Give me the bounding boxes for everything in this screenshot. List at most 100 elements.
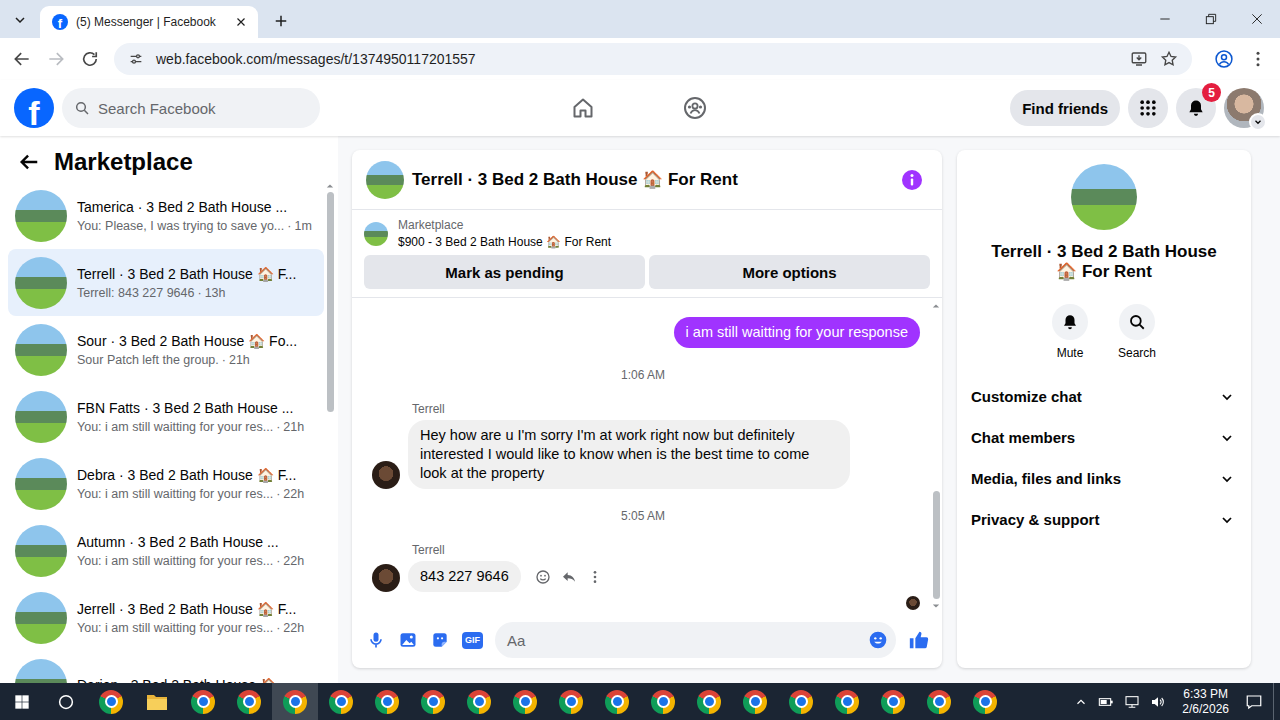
conversation-item[interactable]: Tamerica · 3 Bed 2 Bath House ...You: Pl… xyxy=(8,182,324,249)
profile-button[interactable] xyxy=(1208,43,1240,75)
site-settings-icon[interactable] xyxy=(128,51,144,67)
account-avatar[interactable] xyxy=(1224,88,1264,128)
details-section[interactable]: Chat members xyxy=(965,417,1243,458)
tab-search-button[interactable] xyxy=(6,6,34,34)
close-icon[interactable] xyxy=(234,15,248,29)
message-input[interactable]: Aa xyxy=(495,622,896,658)
conversation-item[interactable]: Terrell · 3 Bed 2 Bath House 🏠 F...Terre… xyxy=(8,249,324,316)
conversation-item[interactable]: FBN Fatts · 3 Bed 2 Bath House ...You: i… xyxy=(8,383,324,450)
chat-title[interactable]: Terrell · 3 Bed 2 Bath House 🏠 For Rent xyxy=(412,169,738,190)
search-button[interactable] xyxy=(44,683,88,720)
more-vertical-icon[interactable] xyxy=(587,569,603,585)
scroll-up-icon[interactable] xyxy=(326,182,334,190)
volume-icon[interactable] xyxy=(1150,694,1166,710)
message-scrollbar[interactable] xyxy=(930,298,942,614)
url-text[interactable]: web.facebook.com/messages/t/137495011720… xyxy=(156,51,476,67)
conversation-item[interactable]: Darien · 3 Bed 2 Bath House 🏠 ... xyxy=(8,651,324,683)
taskbar-app[interactable] xyxy=(732,683,778,720)
taskbar-app[interactable] xyxy=(456,683,502,720)
conversation-item[interactable]: Debra · 3 Bed 2 Bath House 🏠 F...You: i … xyxy=(8,450,324,517)
taskbar-app[interactable] xyxy=(88,683,134,720)
notifications-button[interactable]: 5 xyxy=(1176,88,1216,128)
incoming-message[interactable]: 843 227 9646 xyxy=(408,561,521,592)
reply-icon[interactable] xyxy=(561,569,577,585)
taskbar-app[interactable] xyxy=(686,683,732,720)
outgoing-message[interactable]: i am still waitting for your response xyxy=(674,317,920,348)
taskbar-app[interactable] xyxy=(318,683,364,720)
details-action-button[interactable]: Search xyxy=(1118,304,1156,360)
taskbar-app[interactable] xyxy=(548,683,594,720)
conversation-item[interactable]: Jerrell · 3 Bed 2 Bath House 🏠 F...You: … xyxy=(8,584,324,651)
scroll-up-icon[interactable] xyxy=(932,302,940,310)
minimize-button[interactable] xyxy=(1142,0,1188,38)
network-icon[interactable] xyxy=(1124,694,1140,710)
install-app-icon[interactable] xyxy=(1130,50,1148,68)
browser-menu-button[interactable] xyxy=(1242,43,1274,75)
microphone-icon[interactable] xyxy=(366,630,386,650)
info-icon[interactable] xyxy=(900,168,924,192)
taskbar-app[interactable] xyxy=(778,683,824,720)
bookmark-star-icon[interactable] xyxy=(1160,50,1178,68)
scrollbar-thumb[interactable] xyxy=(327,192,334,412)
taskbar-app[interactable] xyxy=(962,683,1008,720)
restore-button[interactable] xyxy=(1188,0,1234,38)
sender-avatar[interactable] xyxy=(372,564,400,592)
back-button[interactable] xyxy=(6,43,38,75)
emoji-icon[interactable] xyxy=(868,630,888,650)
details-action-button[interactable]: Mute xyxy=(1052,304,1088,360)
sticker-icon[interactable] xyxy=(430,630,450,650)
reload-button[interactable] xyxy=(74,43,106,75)
sender-avatar[interactable] xyxy=(372,461,400,489)
menu-button[interactable] xyxy=(1128,88,1168,128)
battery-icon[interactable] xyxy=(1098,694,1114,710)
groups-tab[interactable] xyxy=(667,84,723,132)
taskbar-app[interactable] xyxy=(226,683,272,720)
back-arrow-icon[interactable] xyxy=(18,151,40,173)
facebook-logo[interactable]: f xyxy=(14,88,54,128)
taskbar-app[interactable] xyxy=(640,683,686,720)
details-section[interactable]: Customize chat xyxy=(965,376,1243,417)
forward-button[interactable] xyxy=(40,43,72,75)
incoming-message[interactable]: Hey how are u I'm sorry I'm at work righ… xyxy=(408,420,850,489)
details-section[interactable]: Privacy & support xyxy=(965,499,1243,540)
photo-icon[interactable] xyxy=(398,630,418,650)
taskbar-app[interactable] xyxy=(502,683,548,720)
notification-center-icon[interactable] xyxy=(1245,693,1263,711)
taskbar-app[interactable] xyxy=(916,683,962,720)
clock[interactable]: 6:33 PM2/6/2026 xyxy=(1176,687,1235,717)
close-window-button[interactable] xyxy=(1234,0,1280,38)
taskbar-app[interactable] xyxy=(594,683,640,720)
tab-title: (5) Messenger | Facebook xyxy=(76,15,226,29)
taskbar-app[interactable] xyxy=(824,683,870,720)
thumbs-up-icon[interactable] xyxy=(908,629,930,651)
taskbar-app[interactable] xyxy=(272,683,318,720)
taskbar-app[interactable] xyxy=(134,683,180,720)
conversation-item[interactable]: Sour · 3 Bed 2 Bath House 🏠 Fo...Sour Pa… xyxy=(8,316,324,383)
scrollbar-thumb[interactable] xyxy=(933,491,940,599)
taskbar-app[interactable] xyxy=(410,683,456,720)
react-smiley-icon[interactable] xyxy=(535,569,551,585)
listing-photo[interactable] xyxy=(1071,164,1137,230)
gif-button[interactable]: GIF xyxy=(462,632,483,649)
listing-summary[interactable]: $900 - 3 Bed 2 Bath House 🏠 For Rent xyxy=(398,235,611,249)
start-button[interactable] xyxy=(0,683,44,720)
details-section[interactable]: Media, files and links xyxy=(965,458,1243,499)
taskbar-app[interactable] xyxy=(870,683,916,720)
listing-action-button[interactable]: Mark as pending xyxy=(364,255,645,289)
find-friends-button[interactable]: Find friends xyxy=(1010,90,1120,126)
scroll-down-icon[interactable] xyxy=(932,602,940,610)
sidebar-scrollbar[interactable] xyxy=(324,182,336,683)
conversation-item[interactable]: Autumn · 3 Bed 2 Bath House ...You: i am… xyxy=(8,517,324,584)
address-bar[interactable]: web.facebook.com/messages/t/137495011720… xyxy=(114,43,1192,75)
taskbar-app[interactable] xyxy=(180,683,226,720)
account-chevron[interactable] xyxy=(1249,113,1267,131)
browser-tab[interactable]: f(5) Messenger | Facebook xyxy=(40,6,258,38)
listing-action-button[interactable]: More options xyxy=(649,255,930,289)
show-desktop-button[interactable] xyxy=(1273,683,1280,720)
search-field[interactable]: Search Facebook xyxy=(62,88,320,128)
home-tab[interactable] xyxy=(555,84,611,132)
taskbar-app[interactable] xyxy=(364,683,410,720)
listing-photo[interactable] xyxy=(366,161,404,199)
chevron-up-icon[interactable] xyxy=(1074,695,1088,709)
new-tab-icon[interactable] xyxy=(272,12,290,30)
